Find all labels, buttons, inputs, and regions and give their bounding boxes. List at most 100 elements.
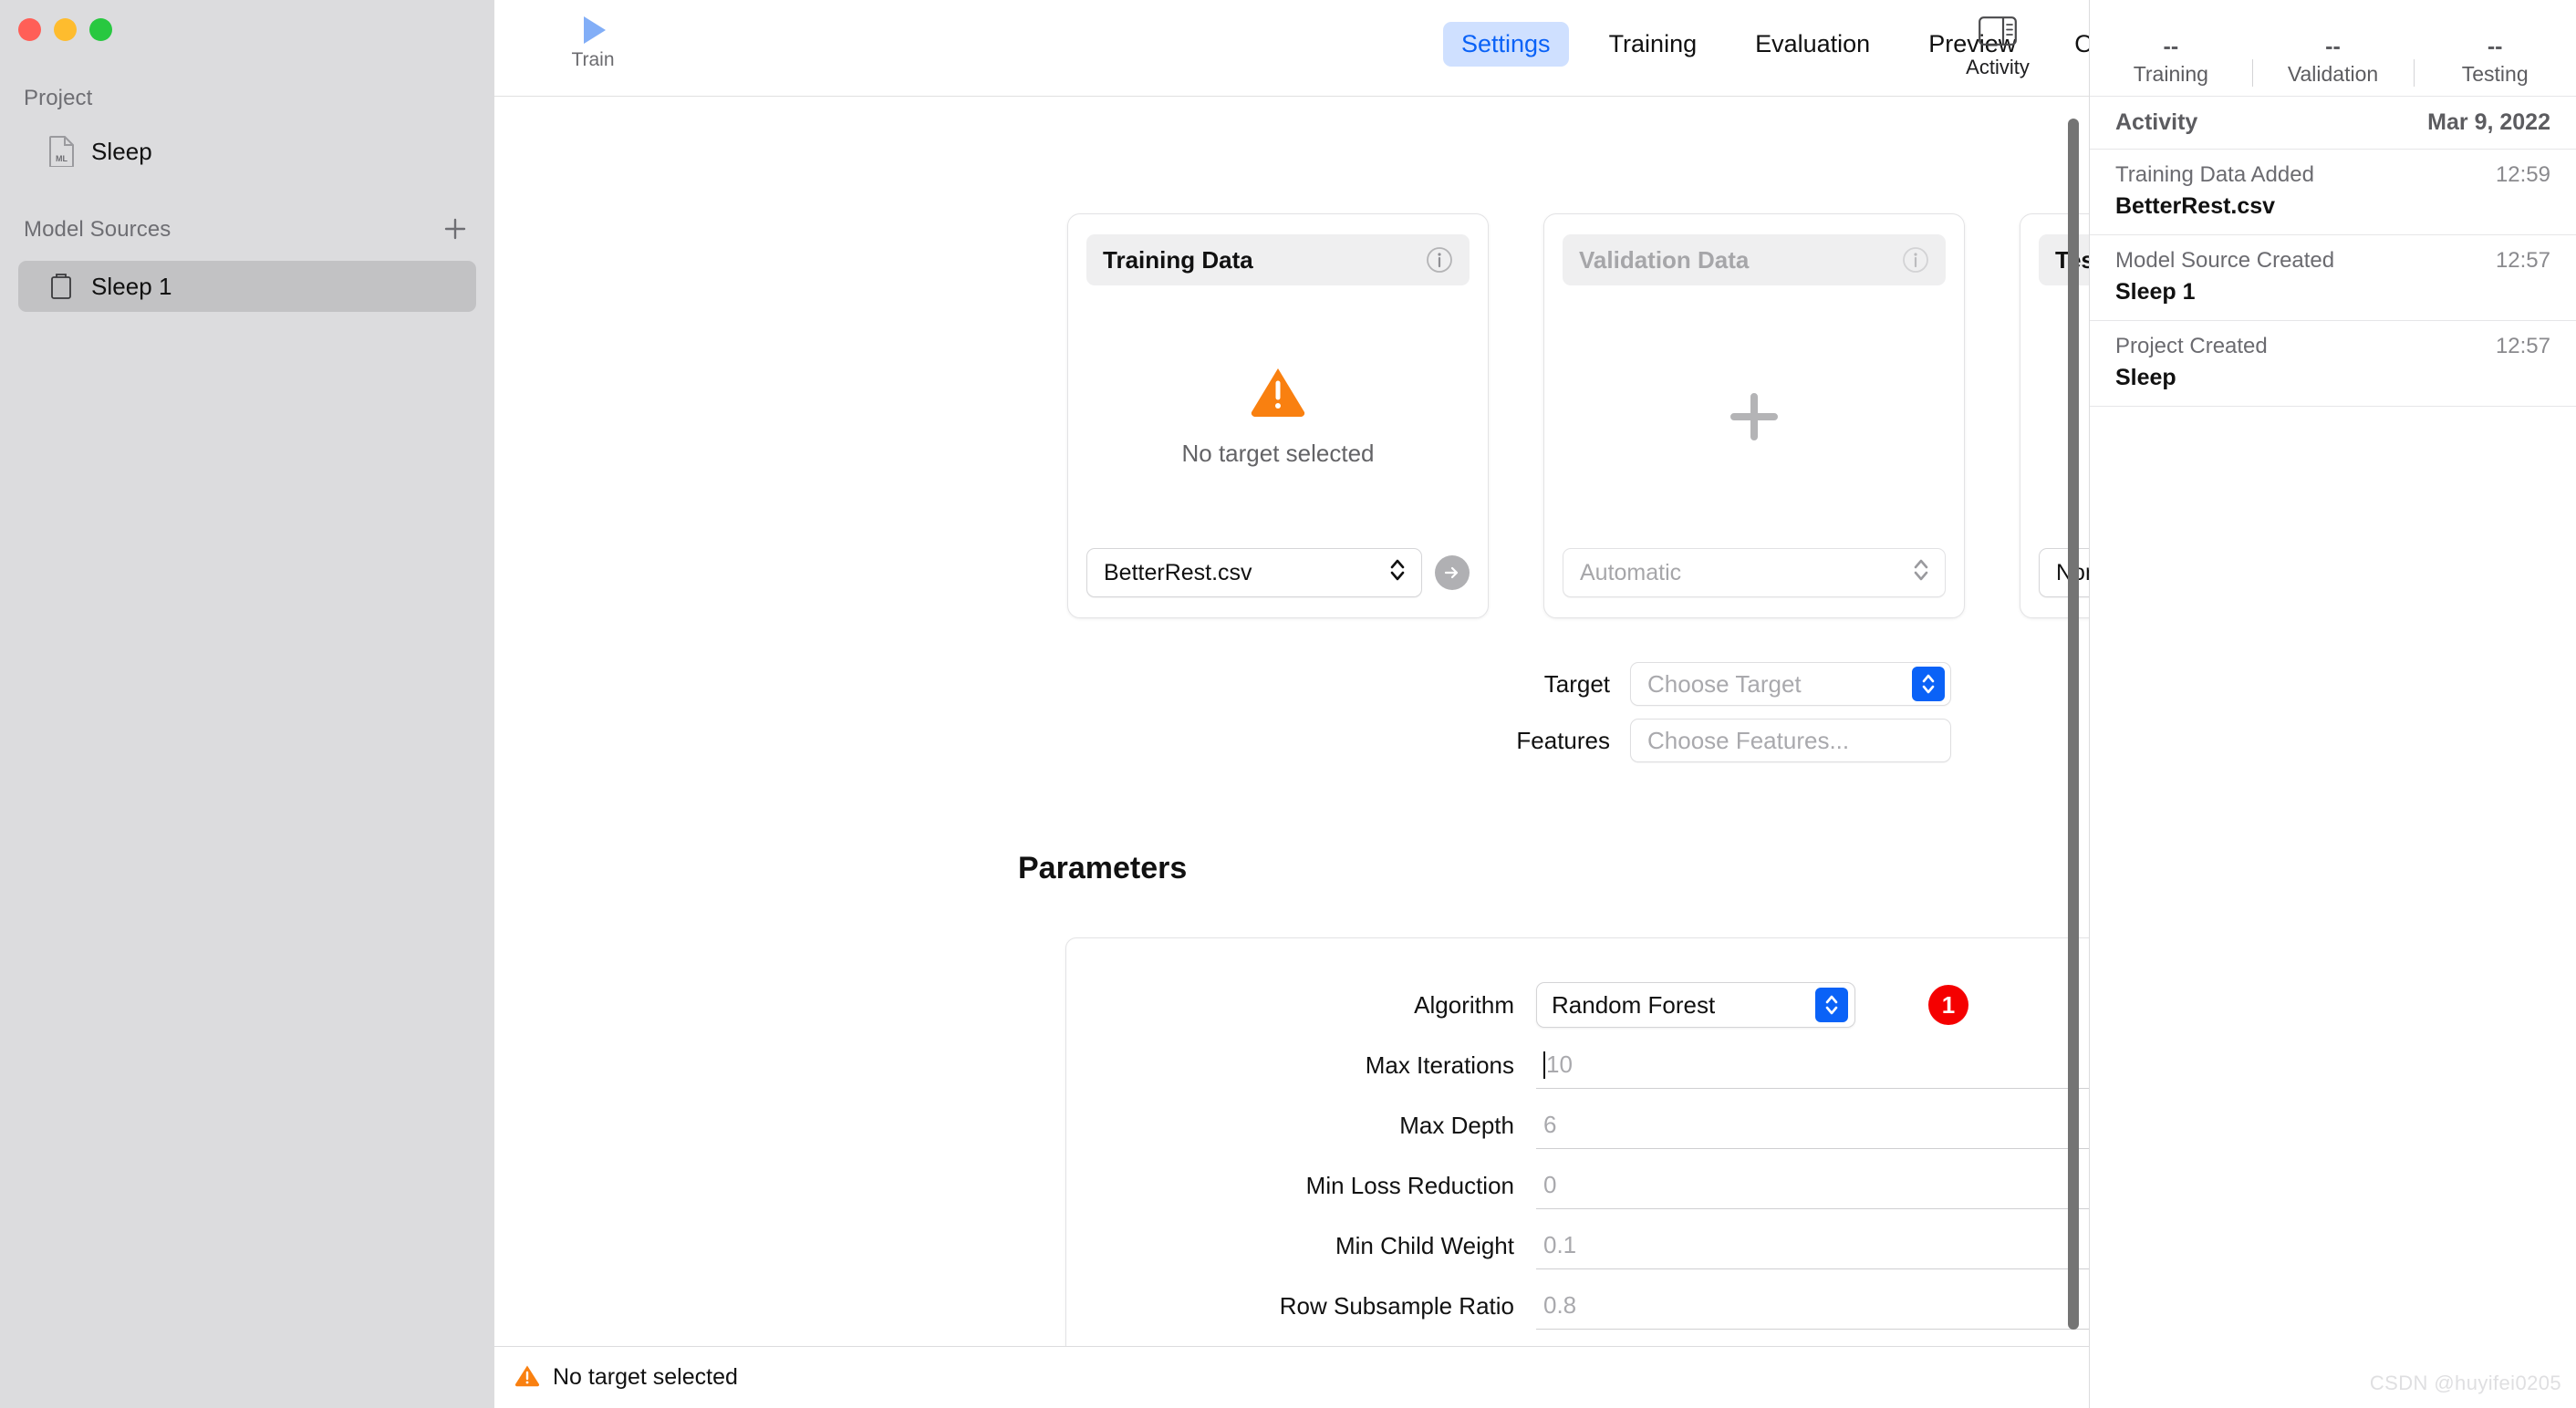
algorithm-label: Algorithm [1414,990,1514,1019]
training-data-card[interactable]: Training Data No target selected BetterR… [1067,213,1489,618]
features-field[interactable]: Choose Features... [1630,719,1951,762]
max-depth-row: Max Depth 6 [1065,1098,2089,1153]
ml-document-icon: ML [49,136,77,167]
max-iterations-label: Max Iterations [1365,1051,1514,1079]
right-sidebar-icon [1979,16,2017,50]
algorithm-value: Random Forest [1552,990,1716,1019]
toolbar: Train Settings Training Evaluation Previ… [494,0,2148,97]
activity-toggle-button[interactable]: Activity [1943,11,2052,79]
sidebar-section-project-title: Project [24,86,93,110]
target-value: Choose Target [1647,669,1802,698]
row-subsample-ratio-label: Row Subsample Ratio [1279,1291,1514,1320]
svg-text:ML: ML [56,154,68,163]
metric-testing-value: -- [2487,34,2503,59]
metric-training-value: -- [2163,34,2179,59]
features-value: Choose Features... [1647,726,1850,754]
target-select[interactable]: Choose Target [1630,662,1951,706]
max-iterations-input[interactable]: 10 [1536,1041,2089,1089]
validation-data-card-body[interactable] [1563,285,1946,548]
validation-data-source-value: Automatic [1580,559,1682,585]
parameters-heading: Parameters [1018,851,1188,885]
sidebar: Project ML Sleep Model Sources Sleep 1 [0,0,494,1408]
sidebar-item-label: Sleep 1 [91,272,172,300]
min-loss-reduction-input[interactable]: 0 [1536,1162,2089,1209]
sidebar-item-sleep-1[interactable]: Sleep 1 [18,261,476,312]
activity-item-time: 12:57 [2495,334,2550,358]
chevron-up-down-icon [1388,555,1407,591]
training-data-card-title: Training Data [1103,245,1253,274]
training-data-source-value: BetterRest.csv [1104,559,1252,585]
warning-triangle-icon [1250,366,1306,421]
activity-list-date: Mar 9, 2022 [2427,109,2550,135]
activity-item-title: Model Source Created [2115,248,2335,273]
activity-item-subtitle: BetterRest.csv [2115,193,2276,219]
main-area: Train Settings Training Evaluation Previ… [494,0,2148,1408]
tab-settings[interactable]: Settings [1443,22,1569,67]
play-triangle-icon [584,16,606,44]
max-depth-input[interactable]: 6 [1536,1102,2089,1149]
validation-data-source-popup[interactable]: Automatic [1563,548,1946,597]
algorithm-select[interactable]: Random Forest [1536,982,1855,1028]
activity-item[interactable]: Model Source Created 12:57 Sleep 1 [2090,235,2576,321]
metric-testing-label: Testing [2461,62,2529,86]
training-data-card-header: Training Data [1086,234,1470,285]
status-bar-text: No target selected [553,1364,738,1390]
sidebar-section-model-sources-title: Model Sources [24,217,171,242]
data-cards-row: Training Data No target selected BetterR… [1067,213,2089,618]
validation-data-card-title: Validation Data [1579,245,1750,274]
validation-data-card[interactable]: Validation Data Automatic [1543,213,1965,618]
features-row: Features Choose Features... [1491,719,1951,762]
validation-data-card-footer: Automatic [1563,548,1946,597]
validation-data-card-header: Validation Data [1563,234,1946,285]
tab-bar: Settings Training Evaluation Preview Out… [1443,22,2166,67]
metric-training-label: Training [2133,62,2208,86]
train-button[interactable]: Train [549,7,637,71]
status-bar: No target selected [494,1346,2089,1408]
activity-item[interactable]: Project Created 12:57 Sleep [2090,321,2576,407]
training-data-card-footer: BetterRest.csv [1086,548,1470,597]
column-subsample-ratio-row: Column Subsample Ratio 0.8 [1065,1339,2089,1346]
activity-button-label: Activity [1966,56,2030,78]
content-scrollbar[interactable] [2065,119,2082,1330]
training-data-source-popup[interactable]: BetterRest.csv [1086,548,1422,597]
min-child-weight-label: Min Child Weight [1335,1231,1514,1259]
algorithm-row: Algorithm Random Forest 1 [1065,978,2089,1032]
sidebar-item-sleep-project[interactable]: ML Sleep [18,126,476,177]
arrow-right-circle-icon[interactable] [1435,555,1470,590]
row-subsample-ratio-input[interactable]: 0.8 [1536,1282,2089,1330]
tab-evaluation[interactable]: Evaluation [1737,22,1888,67]
annotation-badge-1: 1 [1928,985,1968,1025]
info-circle-icon[interactable] [1902,246,1929,274]
minimize-window-button[interactable] [54,18,77,41]
parameters-rows: Algorithm Random Forest 1 Max Iterations… [1065,956,2089,1346]
target-label: Target [1543,669,1610,698]
chevron-up-down-icon [1912,667,1945,701]
min-loss-reduction-label: Min Loss Reduction [1305,1171,1514,1199]
scrollbar-thumb[interactable] [2068,119,2079,1330]
activity-item-subtitle: Sleep [2115,365,2176,390]
info-circle-icon[interactable] [1426,246,1453,274]
activity-item-time: 12:59 [2495,162,2550,187]
max-iterations-value: 10 [1546,1051,1573,1078]
zoom-window-button[interactable] [89,18,112,41]
metric-validation-value: -- [2325,34,2341,59]
close-window-button[interactable] [18,18,41,41]
target-row: Target Choose Target [1491,662,1951,706]
training-data-card-message: No target selected [1181,440,1375,467]
activity-item-title: Project Created [2115,334,2268,358]
metric-testing: -- Testing [2414,36,2576,87]
sidebar-item-label: Sleep [91,137,152,165]
add-model-source-button[interactable] [440,213,471,244]
min-child-weight-input[interactable]: 0.1 [1536,1222,2089,1269]
createml-window: Project ML Sleep Model Sources Sleep 1 T… [0,0,2576,1408]
activity-item[interactable]: Training Data Added 12:59 BetterRest.csv [2090,150,2576,235]
activity-list-header: Activity Mar 9, 2022 [2090,97,2576,150]
tab-training[interactable]: Training [1591,22,1716,67]
train-button-label: Train [571,49,615,70]
min-child-weight-value: 0.1 [1543,1231,1577,1258]
metric-validation-label: Validation [2287,62,2379,86]
column-subsample-ratio-input[interactable]: 0.8 [1536,1342,2089,1346]
max-depth-label: Max Depth [1399,1111,1514,1139]
training-data-card-body: No target selected [1086,285,1470,548]
metric-validation: -- Validation [2251,34,2415,87]
